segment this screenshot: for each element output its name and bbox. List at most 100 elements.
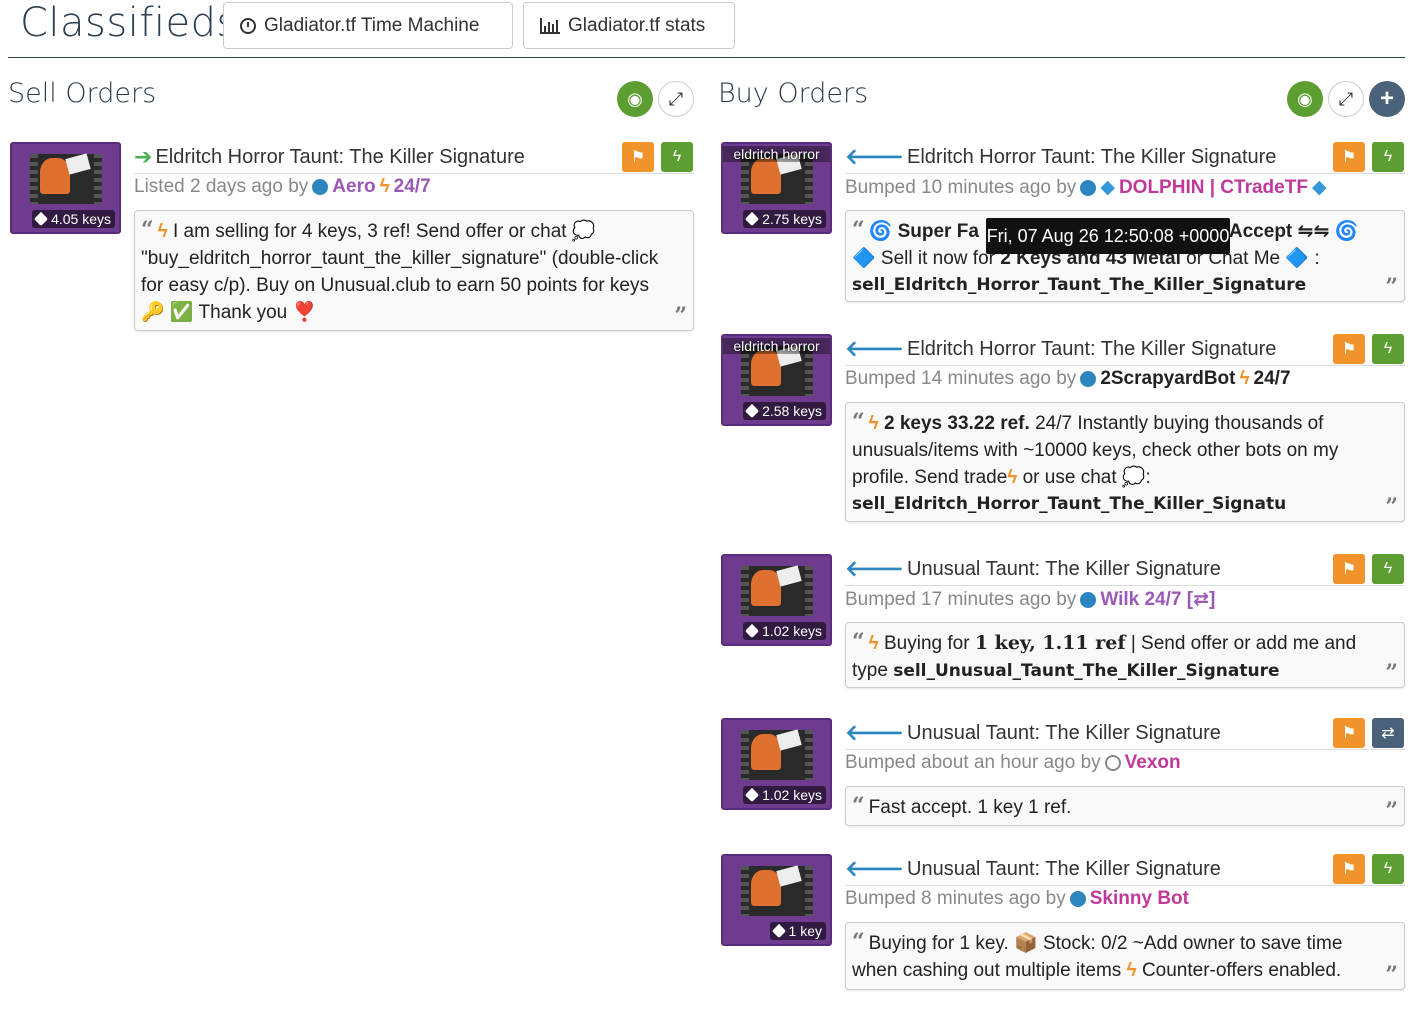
diamond-icon: ◆ [1100,177,1115,198]
lightning-icon: ϟ [157,221,168,242]
listing-meta: Bumped about an hour ago by Vexon [845,752,1181,774]
lightning-icon: ϟ [1239,368,1250,389]
lightning-icon: ϟ [1126,960,1137,981]
price-badge: 4.05 keys [32,210,115,228]
stats-button[interactable]: Gladiator.tf stats [523,2,735,49]
tag-icon [33,211,49,227]
sell-orders-heading: Sell Orders [8,78,157,109]
thumbnail-label: eldritch horror [723,338,830,354]
divider [845,585,1405,586]
buy-listing: 1 key 🡐 Unusual Taunt: The Killer Signatu… [721,854,1406,1004]
instant-trade-button[interactable]: ϟ [1372,334,1404,364]
buy-toggle-visibility-button[interactable]: ◉ [1287,81,1323,117]
page-title: Classifieds [20,0,238,46]
quote-open-icon: “ [852,793,865,819]
quote-close-icon: ” [1385,798,1398,824]
quote-open-icon: “ [141,217,154,243]
listing-title[interactable]: 🡐 Unusual Taunt: The Killer Signature [845,720,1221,746]
listing-message: “ϟ Buying for 1 key, 1.11 ref | Send off… [845,622,1405,688]
instant-trade-button[interactable]: ϟ [1372,142,1404,172]
quote-close-icon: ” [674,303,687,329]
price-badge: 1 key [769,922,826,940]
lightning-icon: ϟ [1383,148,1393,165]
status-dot-icon [1080,179,1097,196]
arrow-left-icon: 🡐 [845,556,904,581]
price-badge: 1.02 keys [743,622,826,640]
user-link[interactable]: Aero [332,176,375,198]
plus-icon: + [1379,85,1394,112]
sell-listing: 4.05 keys ➔ Eldritch Horror Taunt: The Ki… [10,142,695,342]
listing-meta: Bumped 8 minutes ago by Skinny Bot [845,888,1189,910]
divider [845,749,1405,750]
listing-meta: Listed 2 days ago by Aero ϟ 24/7 [134,176,431,198]
flag-icon: ⚑ [1341,149,1357,166]
listing-title[interactable]: 🡐 Unusual Taunt: The Killer Signature [845,856,1221,882]
instant-trade-button[interactable]: ϟ [1372,854,1404,884]
lightning-icon: ϟ [379,176,390,197]
listing-title[interactable]: ➔ Eldritch Horror Taunt: The Killer Signa… [134,144,525,170]
listing-title[interactable]: 🡐 Unusual Taunt: The Killer Signature [845,556,1221,582]
item-thumbnail[interactable]: 1 key [721,854,832,946]
quote-open-icon: “ [852,409,865,435]
buy-expand-button[interactable]: ⤢ [1328,81,1364,117]
sell-expand-button[interactable]: ⤢ [658,81,694,117]
price-badge: 1.02 keys [743,786,826,804]
item-thumbnail[interactable]: eldritch horror 2.58 keys [721,334,832,426]
report-flag-button[interactable]: ⚑ [622,142,654,172]
time-machine-button[interactable]: Gladiator.tf Time Machine [223,2,513,49]
report-flag-button[interactable]: ⚑ [1333,142,1365,172]
timestamp-tooltip: Fri, 07 Aug 26 12:50:08 +0000 [986,218,1230,254]
arrow-left-icon: 🡐 [845,336,904,361]
quote-open-icon: “ [852,929,865,955]
user-link[interactable]: DOLPHIN | CTradeTF [1119,177,1308,199]
expand-icon: ⤢ [668,88,684,109]
report-flag-button[interactable]: ⚑ [1333,554,1365,584]
lightning-icon: ϟ [1383,860,1393,877]
flag-icon: ⚑ [630,149,646,166]
tag-icon [771,923,786,939]
listing-message: “Buying for 1 key. 📦 Stock: 0/2 ~Add own… [845,922,1405,990]
lightning-icon: ϟ [672,148,682,165]
flag-icon: ⚑ [1341,341,1357,358]
instant-trade-button[interactable]: ϟ [661,142,693,172]
user-link[interactable]: Skinny Bot [1090,888,1189,910]
item-thumbnail[interactable]: 1.02 keys [721,718,832,810]
quote-open-icon: “ [852,217,865,243]
item-thumbnail[interactable]: 1.02 keys [721,554,832,646]
time-machine-label: Gladiator.tf Time Machine [264,14,480,36]
status-dot-icon [1080,371,1097,387]
trade-offer-button[interactable]: ⇄ [1372,718,1404,748]
listing-meta: Bumped 14 minutes ago by 2ScrapyardBot ϟ… [845,368,1291,390]
tag-icon [744,403,760,419]
status-dot-icon [1080,591,1097,608]
item-thumbnail[interactable]: eldritch horror 2.75 keys [721,142,832,234]
buy-listing: 1.02 keys 🡐 Unusual Taunt: The Killer Sig… [721,718,1406,838]
report-flag-button[interactable]: ⚑ [1333,334,1365,364]
buy-listing: eldritch horror 2.58 keys 🡐 Eldritch Horr… [721,334,1406,534]
divider [134,173,694,174]
thumbnail-label: eldritch horror [723,146,830,162]
tag-icon [744,211,760,227]
quote-close-icon: ” [1385,660,1398,686]
listing-title[interactable]: 🡐 Eldritch Horror Taunt: The Killer Signa… [845,144,1276,170]
quote-close-icon: ” [1385,274,1398,300]
user-link[interactable]: Vexon [1125,752,1181,774]
listing-title[interactable]: 🡐 Eldritch Horror Taunt: The Killer Signa… [845,336,1276,362]
add-buy-order-button[interactable]: + [1369,81,1405,117]
report-flag-button[interactable]: ⚑ [1333,854,1365,884]
lightning-icon: ϟ [868,413,879,434]
item-thumbnail[interactable]: 4.05 keys [10,142,121,234]
diamond-icon: ◆ [1311,177,1327,198]
lightning-icon: ϟ [1383,340,1393,357]
flag-icon: ⚑ [1341,861,1357,878]
divider [845,885,1405,886]
lightning-icon: ϟ [1383,560,1393,577]
sell-toggle-visibility-button[interactable]: ◉ [617,81,653,117]
user-link[interactable]: Wilk 24/7 [⇄] [1100,588,1215,611]
user-link[interactable]: 2ScrapyardBot [1100,368,1235,390]
instant-trade-button[interactable]: ϟ [1372,554,1404,584]
tag-icon [744,623,760,639]
listing-message: “Fast accept. 1 key 1 ref. ” [845,786,1405,826]
report-flag-button[interactable]: ⚑ [1333,718,1365,748]
arrow-left-icon: 🡐 [845,720,904,745]
